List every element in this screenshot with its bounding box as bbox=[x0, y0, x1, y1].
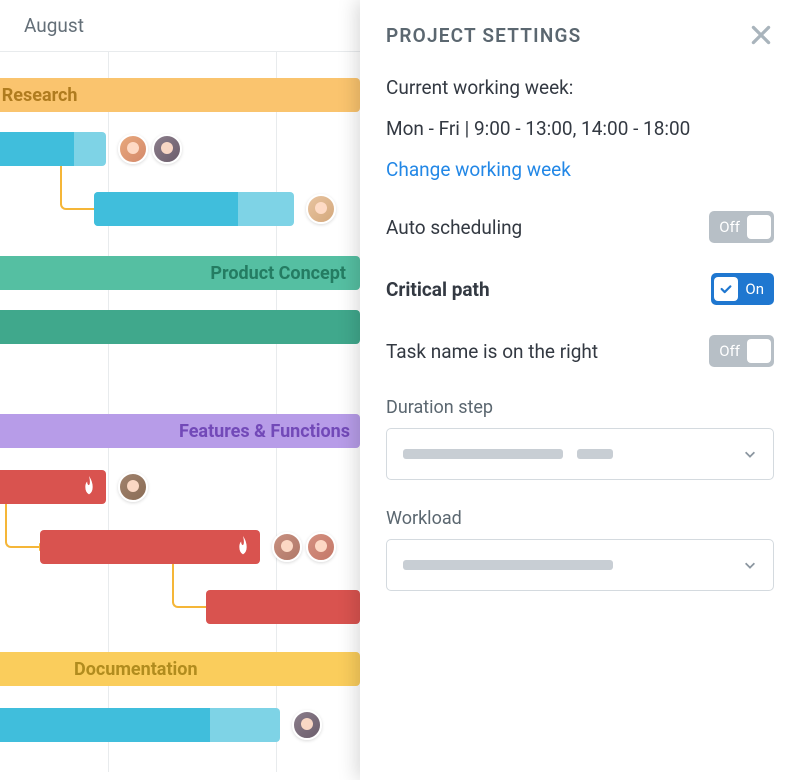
avatar[interactable] bbox=[306, 532, 336, 562]
task-bar[interactable] bbox=[0, 132, 106, 166]
chart-body: ket Research Product Concept Features & … bbox=[0, 52, 360, 772]
avatar[interactable] bbox=[272, 532, 302, 562]
toggle-task-name-right[interactable]: Off bbox=[709, 335, 774, 367]
field-workload: Workload bbox=[386, 508, 774, 591]
select-workload[interactable] bbox=[386, 539, 774, 591]
settings-panel: PROJECT SETTINGS Current working week: M… bbox=[360, 0, 800, 780]
setting-label: Critical path bbox=[386, 278, 490, 301]
toggle-knob bbox=[747, 339, 771, 363]
working-week-label: Current working week: bbox=[386, 76, 774, 99]
setting-task-name-right: Task name is on the right Off bbox=[386, 335, 774, 367]
toggle-state-text: Off bbox=[712, 342, 747, 360]
change-working-week-link[interactable]: Change working week bbox=[386, 158, 774, 181]
setting-label: Auto scheduling bbox=[386, 216, 522, 239]
toggle-knob bbox=[747, 215, 771, 239]
task-bar[interactable] bbox=[0, 708, 280, 742]
task-bar-critical[interactable] bbox=[40, 530, 260, 564]
month-label: August bbox=[0, 0, 360, 51]
chevron-down-icon bbox=[743, 447, 757, 461]
chevron-down-icon bbox=[743, 558, 757, 572]
setting-label: Task name is on the right bbox=[386, 340, 598, 363]
group-label: Features & Functions bbox=[179, 421, 350, 442]
flame-icon bbox=[232, 534, 254, 560]
field-duration-step: Duration step bbox=[386, 397, 774, 480]
group-bar-features[interactable]: Features & Functions bbox=[0, 414, 360, 448]
dependency-connector bbox=[172, 564, 206, 608]
check-icon bbox=[719, 282, 733, 296]
toggle-knob bbox=[714, 277, 738, 301]
task-bar-critical[interactable] bbox=[206, 590, 360, 624]
toggle-auto-scheduling[interactable]: Off bbox=[709, 211, 774, 243]
close-icon[interactable] bbox=[748, 22, 774, 48]
setting-auto-scheduling: Auto scheduling Off bbox=[386, 211, 774, 243]
group-bar-market-research[interactable]: ket Research bbox=[0, 78, 360, 112]
avatar[interactable] bbox=[118, 472, 148, 502]
dependency-connector bbox=[5, 504, 39, 548]
placeholder bbox=[403, 560, 613, 570]
toggle-state-text: Off bbox=[712, 218, 747, 236]
dependency-connector bbox=[60, 166, 94, 210]
flame-icon bbox=[78, 474, 100, 500]
placeholder bbox=[403, 449, 613, 459]
toggle-critical-path[interactable]: On bbox=[711, 273, 774, 305]
setting-critical-path: Critical path On bbox=[386, 273, 774, 305]
panel-title: PROJECT SETTINGS bbox=[386, 24, 581, 47]
field-label: Duration step bbox=[386, 397, 774, 418]
field-label: Workload bbox=[386, 508, 774, 529]
group-label: Product Concept bbox=[210, 263, 346, 284]
avatar[interactable] bbox=[152, 134, 182, 164]
avatar[interactable] bbox=[306, 194, 336, 224]
gantt-chart-area: August ket Research Product Concept Feat… bbox=[0, 0, 360, 780]
group-bar-docs[interactable]: Documentation bbox=[0, 652, 360, 686]
task-bar[interactable] bbox=[0, 310, 360, 344]
select-duration-step[interactable] bbox=[386, 428, 774, 480]
avatar[interactable] bbox=[118, 134, 148, 164]
task-bar[interactable] bbox=[94, 192, 294, 226]
group-bar-product-concept[interactable]: Product Concept bbox=[0, 256, 360, 290]
working-week-value: Mon - Fri | 9:00 - 13:00, 14:00 - 18:00 bbox=[386, 117, 774, 140]
toggle-state-text: On bbox=[738, 280, 771, 298]
avatar[interactable] bbox=[292, 710, 322, 740]
group-label: ket Research bbox=[0, 85, 77, 106]
panel-header: PROJECT SETTINGS bbox=[386, 22, 774, 48]
group-label: Documentation bbox=[74, 659, 198, 680]
